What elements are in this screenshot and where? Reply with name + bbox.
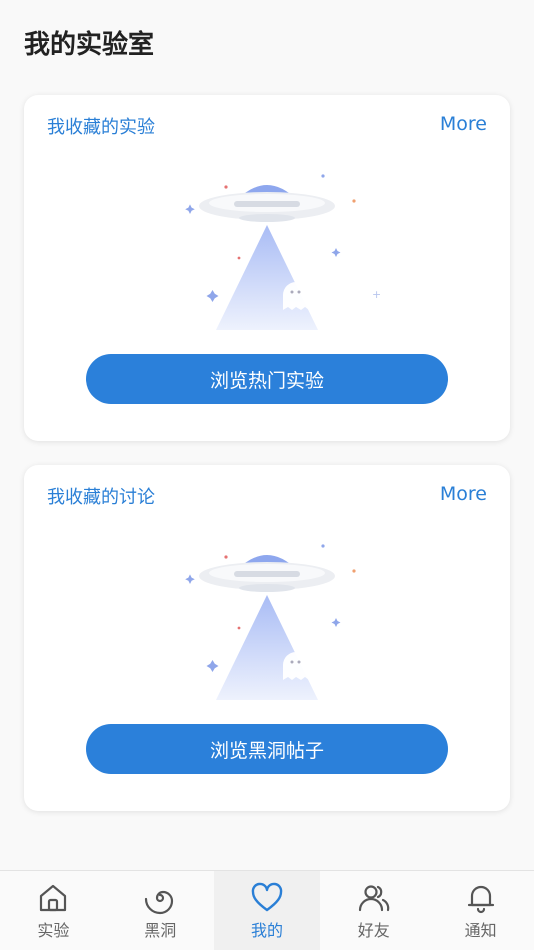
tab-mine[interactable]: 我的: [213, 871, 321, 950]
card-title: 我收藏的讨论: [47, 487, 155, 508]
tab-notifications[interactable]: 通知: [427, 871, 534, 950]
tab-experiments[interactable]: 实验: [0, 871, 107, 950]
tab-blackhole[interactable]: 黑洞: [107, 871, 214, 950]
spiral-icon: [145, 890, 174, 915]
tab-label: 通知: [464, 921, 497, 940]
browse-hot-experiments-button[interactable]: 浏览热门实验: [86, 354, 448, 404]
tab-label: 实验: [37, 921, 70, 940]
bell-icon: [467, 885, 494, 914]
tab-label: 我的: [250, 921, 283, 940]
empty-state-ufo-icon: + +: [185, 174, 380, 330]
heart-icon: [251, 882, 283, 912]
favorite-experiments-card: 我收藏的实验 More + + 浏览热门实验: [24, 95, 510, 441]
more-link[interactable]: More: [440, 483, 487, 505]
browse-blackhole-posts-button[interactable]: 浏览黑洞帖子: [86, 724, 448, 774]
bottom-tab-bar: 实验 黑洞 我的 好友 通知: [0, 870, 534, 950]
more-link[interactable]: More: [440, 113, 487, 135]
friends-icon: [358, 885, 390, 912]
tab-friends[interactable]: 好友: [320, 871, 427, 950]
favorite-discussions-card: 我收藏的讨论 More 浏览黑洞帖子: [24, 465, 510, 811]
page-title: 我的实验室: [24, 30, 155, 60]
tab-label: 好友: [357, 921, 390, 940]
svg-text:+: +: [372, 288, 380, 301]
tab-label: 黑洞: [144, 921, 177, 940]
home-icon: [40, 884, 67, 912]
empty-state-ufo-icon: [185, 544, 356, 700]
card-title: 我收藏的实验: [47, 117, 155, 138]
